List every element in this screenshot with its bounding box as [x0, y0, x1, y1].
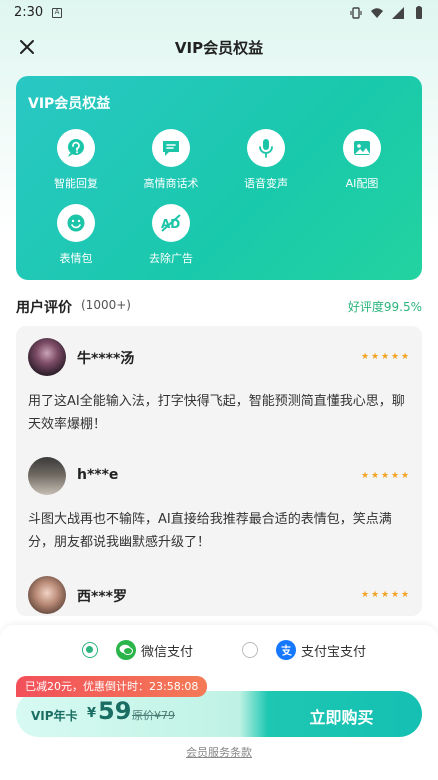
- star-rating: ★ ★ ★ ★ ★: [361, 591, 410, 600]
- reviews-rating: 好评度99.5%: [347, 300, 422, 314]
- original-price: 原价¥79: [132, 709, 175, 722]
- reviews-header: 用户评价 (1000+) 好评度99.5%: [16, 297, 422, 317]
- star-icon: ★: [391, 352, 400, 362]
- purchase-panel: 微信支付 支付宝支付 VIP年卡 ¥ 59 原价¥79 立即购买 已减20元，优…: [0, 625, 438, 780]
- benefit-remove-ads[interactable]: AD 去除广告: [121, 204, 221, 266]
- image-icon: [343, 129, 381, 167]
- reviews-list[interactable]: 牛****汤 ★ ★ ★ ★ ★ 用了这AI全能输入法，打字快得飞起，智能预测简直懂我心…: [16, 326, 422, 616]
- star-icon: ★: [401, 590, 410, 600]
- avatar: [28, 576, 66, 614]
- status-time: 2:30: [14, 5, 44, 20]
- star-icon: ★: [391, 590, 400, 600]
- question-bubble-icon: [57, 129, 95, 167]
- buy-now-label: 立即购买: [309, 708, 374, 727]
- wechat-pay-label: 微信支付: [141, 644, 194, 660]
- star-icon: ★: [371, 590, 380, 600]
- battery-icon: [416, 6, 422, 19]
- price-currency: ¥: [87, 706, 97, 721]
- chat-bubble-icon: [152, 129, 190, 167]
- reviews-count: (1000+): [81, 298, 131, 312]
- benefit-label: 表情包: [59, 252, 93, 265]
- signal-icon: [392, 7, 404, 19]
- avatar: [28, 338, 66, 376]
- star-rating: ★ ★ ★ ★ ★: [361, 353, 410, 362]
- status-bar: 2:30 A: [0, 0, 438, 26]
- status-icons: [349, 6, 426, 20]
- star-icon: ★: [401, 471, 410, 481]
- microphone-icon: [247, 129, 285, 167]
- no-ad-icon: AD: [152, 204, 190, 242]
- star-icon: ★: [371, 471, 380, 481]
- header: VIP会员权益: [0, 30, 438, 64]
- alipay-icon: [276, 640, 296, 660]
- star-icon: ★: [381, 352, 390, 362]
- star-icon: ★: [381, 590, 390, 600]
- star-icon: ★: [361, 471, 370, 481]
- wifi-icon: [371, 8, 383, 18]
- benefit-stickers[interactable]: 表情包: [26, 204, 126, 266]
- review-text: 斗图大战再也不输阵，AI直接给我推荐最合适的表情包，笑点满分，朋友都说我幽默感升…: [28, 512, 392, 550]
- benefit-voice-change[interactable]: 语音变声: [216, 129, 316, 191]
- reviewer-name: 西***罗: [77, 589, 127, 605]
- star-icon: ★: [391, 471, 400, 481]
- page-title: VIP会员权益: [174, 39, 264, 57]
- alipay-radio[interactable]: [242, 642, 258, 658]
- promo-countdown-badge: 已减20元，优惠倒计时：23:58:08: [16, 676, 208, 697]
- alipay-label: 支付宝支付: [301, 644, 367, 660]
- star-icon: ★: [381, 471, 390, 481]
- benefit-label: 语音变声: [244, 177, 288, 190]
- benefit-label: 高情商话术: [143, 177, 199, 190]
- avatar: [28, 457, 66, 495]
- review-text: 用了这AI全能输入法，打字快得飞起，智能预测简直懂我心思，聊天效率爆棚！: [28, 394, 405, 432]
- benefit-label: 去除广告: [149, 252, 193, 265]
- star-icon: ★: [361, 352, 370, 362]
- reviewer-name: h***e: [77, 467, 119, 483]
- star-icon: ★: [371, 352, 380, 362]
- reviewer-name: 牛****汤: [77, 351, 135, 367]
- vibrate-icon: [350, 7, 362, 19]
- pay-option-alipay[interactable]: 支付宝支付: [242, 640, 366, 660]
- benefit-label: AI配图: [345, 177, 379, 190]
- pay-option-wechat[interactable]: 微信支付: [82, 640, 193, 660]
- plan-price: 59: [98, 697, 132, 725]
- benefit-smart-reply[interactable]: 智能回复: [26, 129, 126, 191]
- star-rating: ★ ★ ★ ★ ★: [361, 472, 410, 481]
- wechat-radio[interactable]: [82, 642, 98, 658]
- benefit-eq-talk[interactable]: 高情商话术: [121, 129, 221, 191]
- wechat-pay-icon: [116, 640, 136, 660]
- benefit-ai-image[interactable]: AI配图: [312, 129, 412, 191]
- reviews-title: 用户评价: [16, 300, 72, 316]
- star-icon: ★: [401, 352, 410, 362]
- buy-now-button[interactable]: 立即购买: [261, 691, 422, 737]
- benefit-label: 智能回复: [54, 177, 98, 190]
- star-icon: ★: [361, 590, 370, 600]
- plan-name: VIP年卡: [31, 709, 78, 723]
- benefits-title: VIP会员权益: [28, 96, 111, 112]
- vip-benefits-card: VIP会员权益 智能回复 高情商话术 语音变声 AI配图 表情包 AD: [16, 76, 422, 280]
- plan-bar: VIP年卡 ¥ 59 原价¥79 立即购买: [16, 691, 422, 737]
- notification-icon: A: [52, 8, 62, 18]
- smiley-icon: [57, 204, 95, 242]
- membership-terms-link[interactable]: 会员服务条款: [0, 744, 438, 760]
